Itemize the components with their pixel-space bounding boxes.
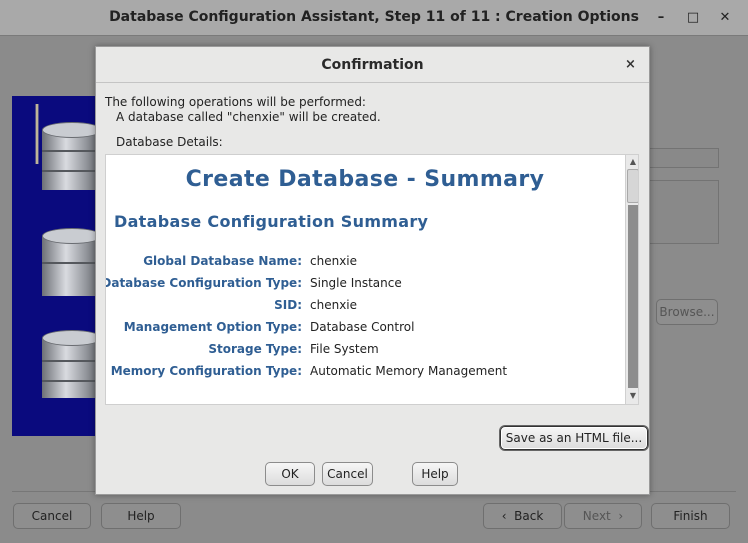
summary-value: chenxie — [310, 254, 358, 268]
database-cylinder-icon — [42, 122, 98, 194]
summary-key: Management Option Type: — [123, 320, 302, 334]
dialog-title: Confirmation — [321, 57, 424, 73]
next-label: Next — [582, 509, 611, 523]
wizard-help-button[interactable]: Help — [101, 503, 181, 529]
minimize-icon[interactable]: – — [652, 9, 670, 27]
summary-key: Database Configuration Type: — [105, 276, 302, 290]
confirmation-dialog: Confirmation × The following operations … — [95, 46, 650, 495]
summary-value: Automatic Memory Management — [310, 364, 508, 378]
browse-button[interactable]: Browse... — [656, 299, 718, 325]
scrollbar-track[interactable] — [628, 205, 638, 388]
maximize-icon[interactable]: □ — [684, 9, 702, 27]
summary-key: Storage Type: — [208, 342, 302, 356]
window-titlebar: Database Configuration Assistant, Step 1… — [0, 0, 748, 36]
sparkle-icon — [26, 104, 48, 164]
summary-key: Global Database Name: — [143, 254, 302, 268]
dialog-titlebar: Confirmation × — [96, 47, 649, 83]
summary-row: Global Database Name: chenxie — [106, 254, 624, 274]
back-label: Back — [514, 509, 544, 523]
summary-key: SID: — [274, 298, 302, 312]
summary-key: Memory Configuration Type: — [110, 364, 302, 378]
scroll-down-icon[interactable]: ▼ — [627, 390, 638, 402]
wizard-finish-button[interactable]: Finish — [651, 503, 730, 529]
close-icon[interactable]: × — [625, 57, 636, 72]
help-button[interactable]: Help — [412, 462, 458, 486]
summary-row: SID: chenxie — [106, 298, 624, 318]
wizard-back-button[interactable]: ‹ Back — [483, 503, 562, 529]
background-text-area — [648, 180, 719, 244]
wizard-next-button[interactable]: Next › — [564, 503, 642, 529]
summary-panel[interactable]: Create Database - Summary Database Confi… — [105, 154, 639, 405]
intro-text: The following operations will be perform… — [105, 95, 366, 109]
summary-value: Database Control — [310, 320, 415, 334]
wizard-cancel-button[interactable]: Cancel — [13, 503, 91, 529]
summary-row: Database Configuration Type: Single Inst… — [106, 276, 624, 296]
scroll-up-icon[interactable]: ▲ — [627, 156, 638, 168]
summary-value: Single Instance — [310, 276, 402, 290]
summary-row: Storage Type: File System — [106, 342, 624, 362]
save-as-html-button[interactable]: Save as an HTML file... — [500, 426, 648, 450]
window-title: Database Configuration Assistant, Step 1… — [109, 9, 639, 25]
summary-row: Management Option Type: Database Control — [106, 320, 624, 340]
chevron-left-icon: ‹ — [501, 509, 515, 523]
ok-button[interactable]: OK — [265, 462, 315, 486]
wizard-side-illustration — [12, 96, 98, 436]
scrollbar-thumb[interactable] — [627, 169, 638, 203]
database-disk-icon — [42, 228, 98, 300]
summary-value: File System — [310, 342, 379, 356]
summary-value: chenxie — [310, 298, 358, 312]
cancel-button[interactable]: Cancel — [322, 462, 373, 486]
database-gear-icon — [42, 330, 98, 402]
background-text-field — [648, 148, 719, 168]
operation-text: A database called "chenxie" will be crea… — [116, 110, 381, 124]
summary-row: Memory Configuration Type: Automatic Mem… — [106, 364, 624, 384]
window-close-icon[interactable]: ✕ — [716, 9, 734, 27]
summary-scrollbar[interactable]: ▲ ▼ — [625, 155, 638, 404]
summary-subheading: Database Configuration Summary — [114, 212, 429, 231]
chevron-right-icon: › — [610, 509, 624, 523]
details-label: Database Details: — [116, 135, 223, 149]
summary-heading: Create Database - Summary — [185, 167, 545, 192]
